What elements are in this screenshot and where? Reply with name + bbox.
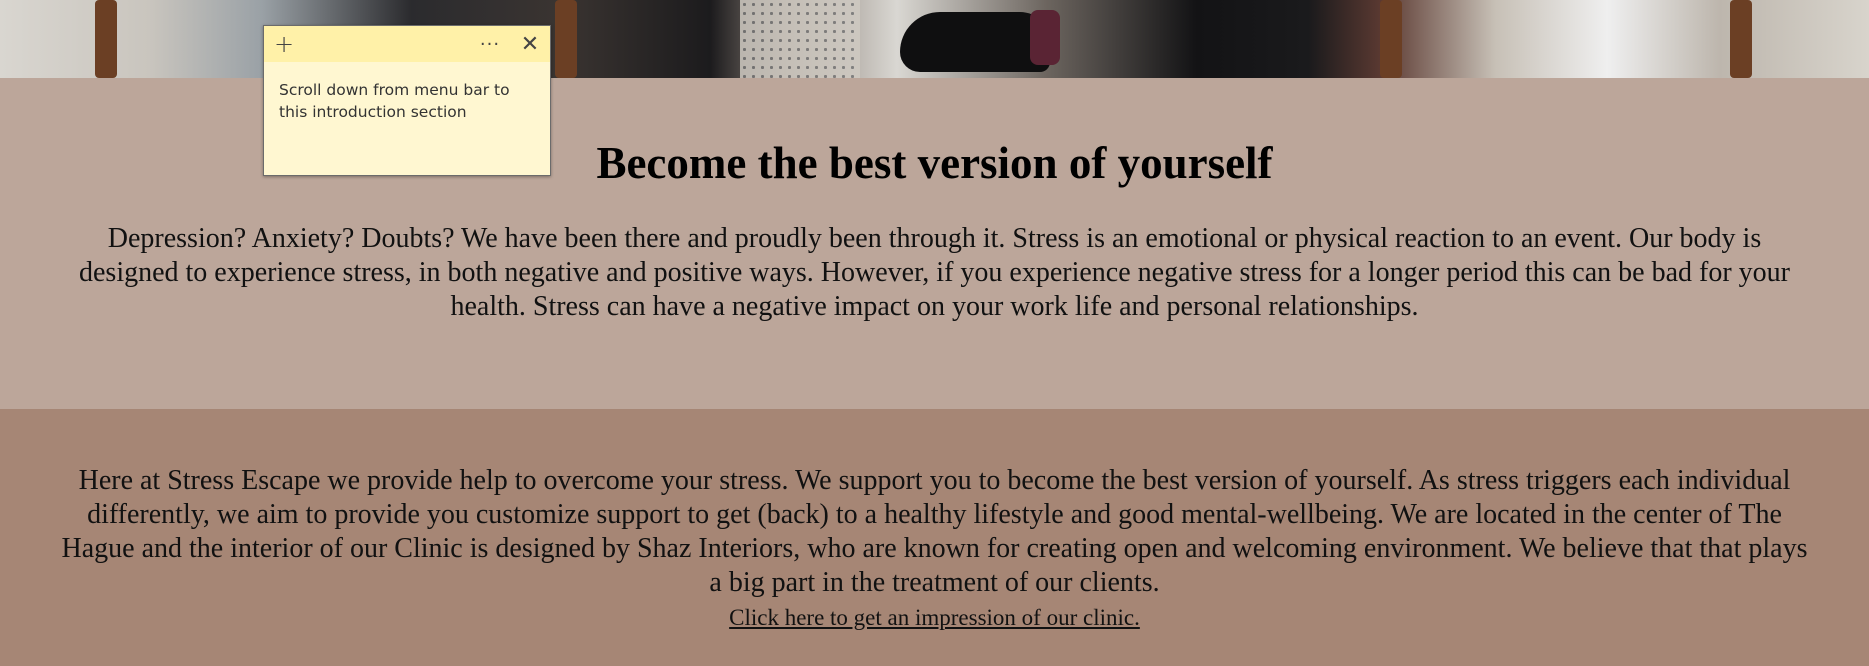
sticky-note-window[interactable]: + ··· ✕ Scroll down from menu bar to thi… <box>263 25 551 176</box>
chair-leg-image <box>1730 0 1752 78</box>
about-paragraph: Here at Stress Escape we provide help to… <box>61 465 1808 598</box>
more-options-icon[interactable]: ··· <box>472 26 508 62</box>
about-section: Here at Stress Escape we provide help to… <box>0 409 1869 666</box>
chair-leg-image <box>1380 0 1402 78</box>
chair-leg-image <box>555 0 577 78</box>
page: Become the best version of yourself Depr… <box>0 0 1869 666</box>
shoe-image <box>900 12 1050 72</box>
sock-image <box>1030 10 1060 65</box>
sticky-note-titlebar[interactable]: + ··· ✕ <box>264 26 550 62</box>
sticky-note-text[interactable]: Scroll down from menu bar to this introd… <box>279 79 529 123</box>
close-icon[interactable]: ✕ <box>512 26 548 62</box>
clinic-impression-link[interactable]: Click here to get an impression of our c… <box>0 605 1869 631</box>
add-note-icon[interactable]: + <box>266 26 302 62</box>
patterned-fabric-image <box>740 0 860 78</box>
chair-leg-image <box>95 0 117 78</box>
intro-paragraph: Depression? Anxiety? Doubts? We have bee… <box>79 223 1790 322</box>
